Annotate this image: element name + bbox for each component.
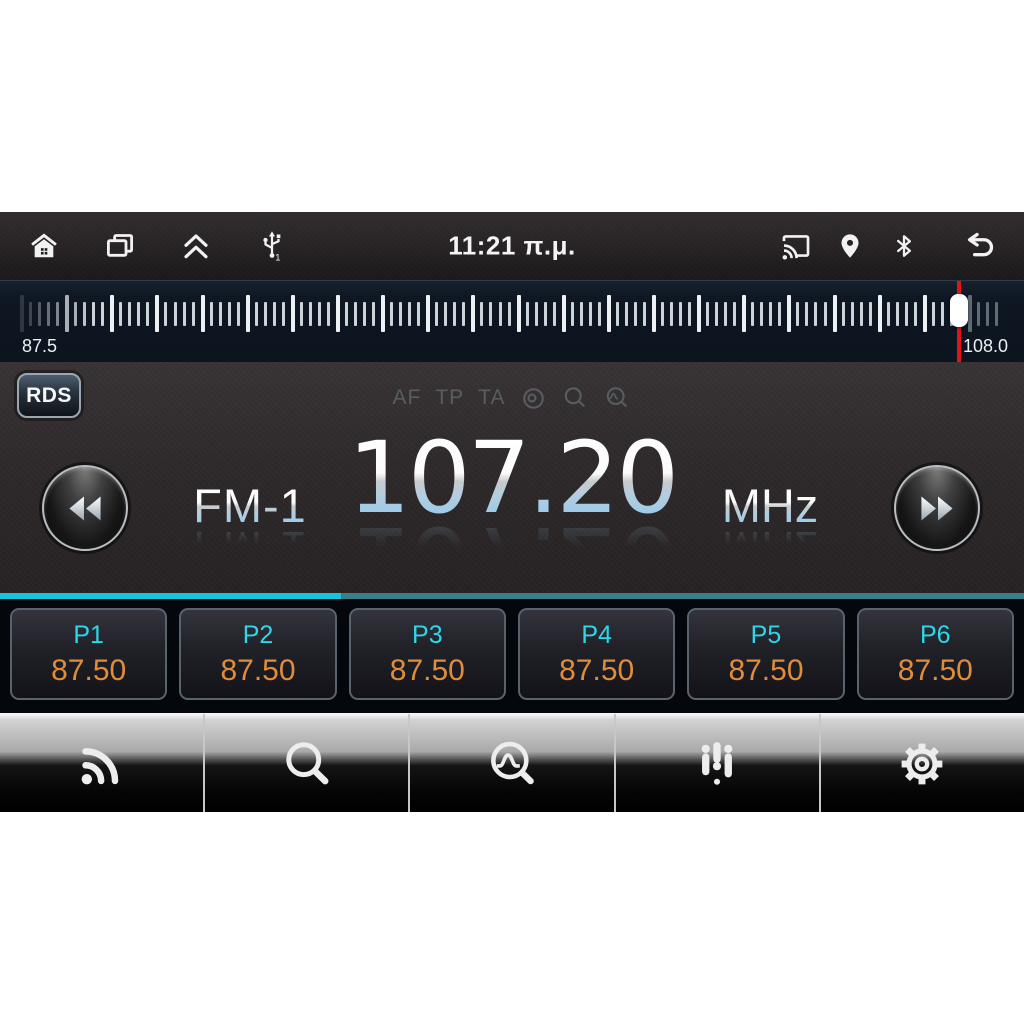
preset-name: P6: [920, 620, 951, 649]
preset-button-p6[interactable]: P6 87.50: [856, 608, 1014, 700]
location-icon[interactable]: [832, 228, 868, 264]
seek-up-button[interactable]: [894, 465, 980, 551]
tuning-indicator[interactable]: [950, 281, 968, 363]
back-button[interactable]: [962, 228, 998, 264]
preset-row: P1 87.50 P2 87.50 P3 87.50 P4 87.50 P5 8…: [0, 599, 1024, 713]
preset-frequency: 87.50: [728, 653, 804, 687]
preset-button-p1[interactable]: P1 87.50: [10, 608, 168, 700]
preset-button-p3[interactable]: P3 87.50: [348, 608, 506, 700]
cast-icon[interactable]: [778, 228, 814, 264]
preset-button-p2[interactable]: P2 87.50: [179, 608, 337, 700]
bottom-toolbar: [0, 713, 1024, 812]
usb-icon[interactable]: 1: [254, 228, 290, 264]
svg-text:1: 1: [275, 252, 280, 262]
preset-name: P3: [412, 620, 443, 649]
preset-button-p5[interactable]: P5 87.50: [687, 608, 845, 700]
scale-max-label: 108.0: [963, 336, 1009, 356]
main-panel: RDS AF TP TA FM-1 107.20 MHz: [0, 362, 1024, 593]
preset-frequency: 87.50: [559, 653, 635, 687]
gear-icon: [902, 743, 943, 784]
rds-badge: RDS: [17, 373, 81, 418]
broadcast-button[interactable]: [0, 714, 204, 812]
preset-frequency: 87.50: [897, 653, 973, 687]
loop-icon: [519, 384, 547, 412]
preset-frequency: 87.50: [220, 653, 296, 687]
recents-button[interactable]: [102, 228, 138, 264]
status-bar-left: 1: [0, 228, 290, 264]
status-clock: 11:21 π.μ.: [448, 230, 576, 261]
preset-name: P4: [581, 620, 612, 649]
page-canvas: 1 11:21 π.μ. 87.5 108.0 RDS AF TP TA FM-…: [0, 0, 1024, 1024]
broadcast-icon: [81, 747, 118, 784]
search-icon: [286, 741, 329, 784]
tuner-scale[interactable]: 87.5 108.0: [0, 280, 1024, 363]
search-button[interactable]: [203, 714, 409, 812]
bluetooth-icon[interactable]: [886, 228, 922, 264]
flag-tp: TP: [435, 386, 465, 409]
head-unit-screen: 1 11:21 π.μ. 87.5 108.0 RDS AF TP TA FM-…: [0, 212, 1024, 812]
band-label: FM-1: [160, 478, 340, 533]
equalizer-button[interactable]: [613, 714, 819, 812]
preset-name: P5: [750, 620, 782, 649]
seek-down-button[interactable]: [42, 465, 128, 551]
preset-name: P2: [242, 620, 274, 649]
scale-min-label: 87.5: [22, 336, 58, 356]
flag-ta: TA: [478, 386, 506, 409]
search-flag-icon: [561, 384, 589, 412]
scan-button[interactable]: [408, 714, 614, 812]
preset-button-p4[interactable]: P4 87.50: [517, 608, 676, 700]
frequency-display: 107.20: [342, 425, 682, 533]
status-bar-right: [778, 228, 1024, 264]
preset-frequency: 87.50: [51, 653, 127, 687]
scan-flag-icon: [603, 384, 631, 412]
rds-flags-row: AF TP TA: [0, 382, 1024, 414]
scan-icon: [491, 741, 534, 784]
frequency-unit: MHz: [690, 478, 850, 533]
home-button[interactable]: [26, 228, 62, 264]
status-bar: 1 11:21 π.μ.: [0, 212, 1024, 280]
preset-frequency: 87.50: [389, 653, 465, 687]
flag-af: AF: [392, 386, 422, 409]
collapse-up-button[interactable]: [178, 228, 214, 264]
tuning-knob[interactable]: [950, 294, 968, 327]
tuner-scale-ticks: [20, 281, 998, 363]
settings-button[interactable]: [818, 714, 1024, 812]
equalizer-icon: [701, 741, 733, 785]
preset-name: P1: [73, 620, 104, 649]
